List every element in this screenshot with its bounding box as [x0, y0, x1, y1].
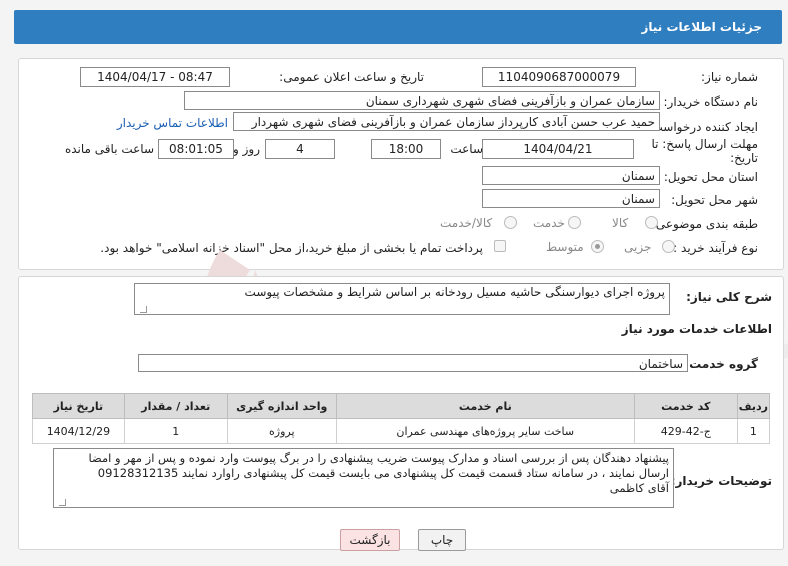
city-field[interactable]: سمنان — [482, 189, 660, 208]
services-section-title: اطلاعات خدمات مورد نیاز — [621, 322, 772, 336]
page-title: جزئیات اطلاعات نیاز — [641, 20, 762, 34]
cell-row: 1 — [736, 418, 771, 444]
services-table: ردیف کد خدمت نام خدمت واحد اندازه گیری ت… — [32, 393, 771, 444]
process-option-minor: جزیی — [624, 240, 652, 254]
category-option-goods: کالا — [612, 216, 629, 230]
table-row[interactable]: 1 ج-42-429 ساخت سایر پروژه‌های مهندسی عم… — [32, 418, 771, 444]
buyer-notes-line-3: آقای کاظمی — [609, 481, 669, 495]
cell-unit: پروژه — [226, 418, 337, 444]
need-number-field[interactable]: 1104090687000079 — [482, 67, 636, 87]
category-option-service: خدمت — [533, 216, 565, 230]
deadline-label: مهلت ارسال پاسخ: تا تاریخ: — [651, 137, 758, 165]
col-service-code: کد خدمت — [633, 393, 738, 419]
col-row: ردیف — [736, 393, 771, 419]
cell-need-date: 1404/12/29 — [32, 418, 125, 444]
category-radio-service[interactable] — [568, 216, 581, 229]
need-number-label: شماره نیاز: — [701, 70, 758, 84]
category-radio-goods-service[interactable] — [504, 216, 517, 229]
back-button[interactable]: بازگشت — [340, 529, 400, 551]
service-group-field[interactable]: ساختمان — [138, 354, 688, 372]
summary-label: شرح کلی نیاز: — [686, 290, 772, 304]
process-type-label: نوع فرآیند خرید : — [673, 241, 758, 255]
print-button[interactable]: چاپ — [418, 529, 466, 551]
deadline-date-field[interactable]: 1404/04/21 — [482, 139, 634, 159]
col-need-date: تاریخ نیاز — [32, 393, 125, 419]
remaining-days-label: روز و — [233, 142, 260, 156]
summary-textarea[interactable]: پروژه اجرای دیوارسنگی حاشیه مسیل رودخانه… — [134, 283, 670, 315]
province-field[interactable]: سمنان — [482, 166, 660, 185]
cell-quantity: 1 — [123, 418, 228, 444]
creator-field[interactable]: حمید عرب حسن آبادی کارپرداز سازمان عمران… — [233, 112, 660, 131]
summary-resize-handle[interactable] — [140, 306, 147, 313]
category-label: طبقه بندی موضوعی: — [651, 217, 758, 231]
announce-field[interactable]: 1404/04/17 - 08:47 — [80, 67, 230, 87]
col-service-name: نام خدمت — [335, 393, 635, 419]
process-radio-medium[interactable] — [591, 240, 604, 253]
treasury-payment-checkbox[interactable] — [494, 240, 506, 252]
deadline-time-field[interactable]: 18:00 — [371, 139, 441, 159]
buyer-notes-line-2: ارسال نمایند ، در سامانه ستاد قسمت قیمت … — [97, 466, 669, 480]
buyer-contact-link[interactable]: اطلاعات تماس خریدار — [117, 116, 228, 130]
treasury-payment-note: پرداخت تمام یا بخشی از مبلغ خرید،از محل … — [100, 241, 483, 255]
category-option-goods-service: کالا/خدمت — [440, 216, 493, 230]
buyer-org-field[interactable]: سازمان عمران و بازآفرینی فضای شهری شهردا… — [184, 91, 660, 110]
buyer-org-label: نام دستگاه خریدار: — [663, 95, 759, 109]
buyer-notes-textarea[interactable]: پیشنهاد دهندگان پس از بررسی اسناد و مدار… — [53, 448, 674, 508]
remaining-time-field[interactable]: 08:01:05 — [158, 139, 234, 159]
buyer-notes-label: توضیحات خریدار: — [670, 474, 772, 488]
category-radio-goods[interactable] — [645, 216, 658, 229]
remaining-days-field[interactable]: 4 — [265, 139, 335, 159]
process-radio-minor[interactable] — [662, 240, 675, 253]
buyer-notes-line-1: پیشنهاد دهندگان پس از بررسی اسناد و مدار… — [88, 451, 670, 465]
cell-service-code: ج-42-429 — [633, 418, 738, 444]
announce-label: تاریخ و ساعت اعلان عمومی: — [279, 70, 424, 84]
creator-label: ایجاد کننده درخواست: — [647, 120, 758, 134]
cell-service-name: ساخت سایر پروژه‌های مهندسی عمران — [335, 418, 635, 444]
col-unit: واحد اندازه گیری — [226, 393, 337, 419]
process-option-medium: متوسط — [546, 240, 584, 254]
city-label: شهر محل تحویل: — [671, 193, 758, 207]
notes-resize-handle[interactable] — [59, 499, 66, 506]
page-header: جزئیات اطلاعات نیاز — [14, 10, 782, 44]
deadline-time-label: ساعت — [450, 142, 483, 156]
remaining-time-label: ساعت باقی مانده — [64, 142, 154, 156]
col-quantity: تعداد / مقدار — [123, 393, 228, 419]
province-label: استان محل تحویل: — [663, 170, 758, 184]
service-group-label: گروه خدمت: — [684, 357, 758, 371]
services-table-header: ردیف کد خدمت نام خدمت واحد اندازه گیری ت… — [32, 393, 771, 419]
